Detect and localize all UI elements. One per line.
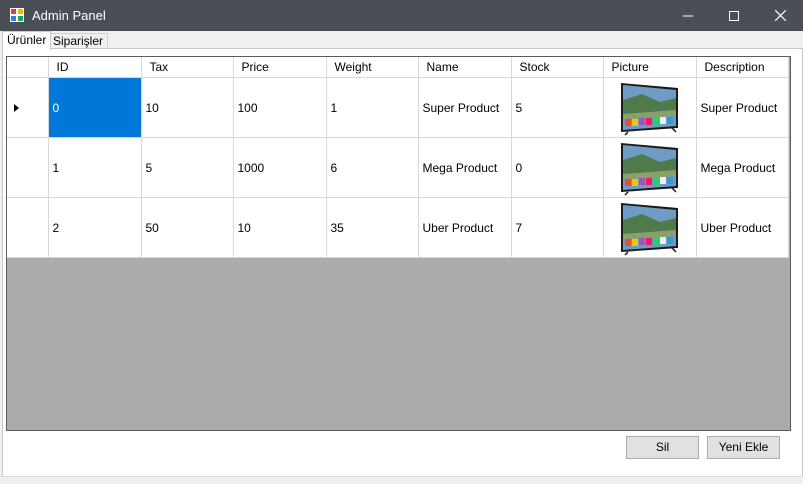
column-header-name[interactable]: Name (418, 57, 512, 78)
column-header-weight[interactable]: Weight (326, 57, 419, 78)
window-title: Admin Panel (32, 8, 106, 23)
products-grid[interactable]: ID Tax Price Weight Name Stock Picture D… (6, 56, 791, 431)
cell-name[interactable]: Uber Product (418, 197, 512, 258)
title-bar: Admin Panel (0, 0, 803, 31)
table-row[interactable]: 2 50 10 35 Uber Product 7 Uber Product (7, 197, 789, 258)
cell-picture[interactable] (603, 137, 697, 198)
cell-id[interactable]: 1 (48, 137, 142, 198)
cell-picture[interactable] (603, 77, 697, 138)
tv-image (620, 82, 678, 136)
cell-name[interactable]: Super Product (418, 77, 512, 138)
column-header-tax[interactable]: Tax (141, 57, 234, 78)
close-icon (774, 10, 786, 21)
row-header[interactable] (7, 137, 49, 198)
cell-stock[interactable]: 5 (511, 77, 604, 138)
add-new-button[interactable]: Yeni Ekle (707, 436, 780, 459)
tab-urunler[interactable]: Ürünler (2, 31, 52, 50)
cell-tax[interactable]: 10 (141, 77, 234, 138)
row-header-corner (7, 57, 49, 78)
cell-description[interactable]: Uber Product (696, 197, 789, 258)
cell-tax[interactable]: 50 (141, 197, 234, 258)
app-icon (10, 8, 24, 22)
cell-weight[interactable]: 35 (326, 197, 419, 258)
cell-tax[interactable]: 5 (141, 137, 234, 198)
cell-stock[interactable]: 7 (511, 197, 604, 258)
column-header-picture[interactable]: Picture (603, 57, 697, 78)
cell-price[interactable]: 10 (233, 197, 327, 258)
column-header-price[interactable]: Price (233, 57, 327, 78)
cell-description[interactable]: Mega Product (696, 137, 789, 198)
tv-image (620, 202, 678, 256)
column-header-id[interactable]: ID (48, 57, 142, 78)
close-button[interactable] (757, 0, 803, 31)
cell-stock[interactable]: 0 (511, 137, 604, 198)
minimize-button[interactable] (665, 0, 711, 31)
minimize-icon (683, 15, 693, 16)
row-header[interactable] (7, 197, 49, 258)
column-header-stock[interactable]: Stock (511, 57, 604, 78)
maximize-button[interactable] (711, 0, 757, 31)
column-header-description[interactable]: Description (696, 57, 789, 78)
cell-price[interactable]: 100 (233, 77, 327, 138)
cell-weight[interactable]: 6 (326, 137, 419, 198)
cell-id[interactable]: 2 (48, 197, 142, 258)
current-row-arrow-icon (14, 103, 19, 112)
cell-id[interactable]: 0 (48, 77, 142, 138)
header-row: ID Tax Price Weight Name Stock Picture D… (7, 57, 789, 78)
tab-siparisler[interactable]: Siparişler (48, 33, 109, 49)
products-table: ID Tax Price Weight Name Stock Picture D… (7, 57, 789, 258)
table-row[interactable]: 1 5 1000 6 Mega Product 0 Mega Product (7, 137, 789, 198)
cell-picture[interactable] (603, 197, 697, 258)
table-row[interactable]: 0 10 100 1 Super Product 5 Super Product (7, 77, 789, 138)
tab-strip: Ürünler Siparişler (0, 31, 803, 50)
cell-name[interactable]: Mega Product (418, 137, 512, 198)
cell-price[interactable]: 1000 (233, 137, 327, 198)
cell-weight[interactable]: 1 (326, 77, 419, 138)
row-header[interactable] (7, 77, 49, 138)
delete-button[interactable]: Sil (626, 436, 699, 459)
cell-description[interactable]: Super Product (696, 77, 789, 138)
maximize-icon (729, 10, 739, 21)
tv-image (620, 142, 678, 196)
